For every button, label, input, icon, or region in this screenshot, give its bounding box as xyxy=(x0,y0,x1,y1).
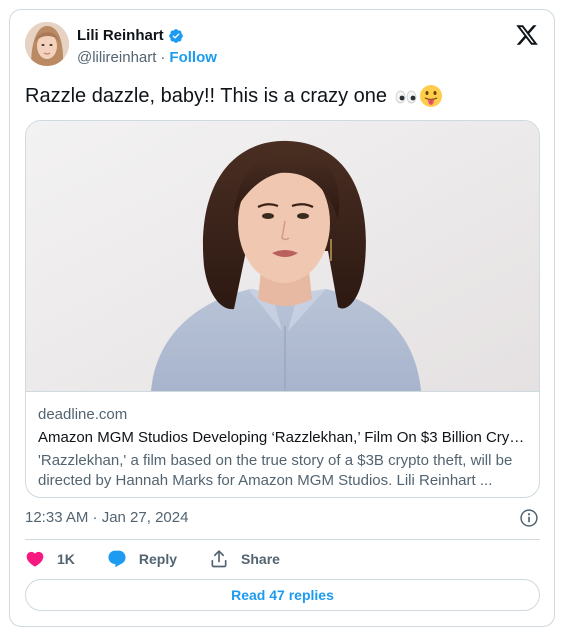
link-preview-image xyxy=(26,121,539,392)
action-bar: 1K Reply Share xyxy=(25,548,312,570)
share-arrow-icon xyxy=(211,550,227,568)
avatar-photo xyxy=(25,22,69,66)
portrait-photo xyxy=(26,121,539,391)
read-replies-label: Read 47 replies xyxy=(231,587,334,603)
tongue-face-emoji-icon xyxy=(420,85,443,107)
tweet-embed-card: Lili Reinhart @lilireinhart · Follow Raz… xyxy=(9,9,555,627)
author-handle-row: @lilireinhart · Follow xyxy=(77,49,217,66)
divider xyxy=(25,539,540,540)
author-avatar[interactable] xyxy=(25,22,69,66)
heart-icon xyxy=(26,551,44,567)
reply-button[interactable]: Reply xyxy=(107,549,177,569)
author-name[interactable]: Lili Reinhart xyxy=(77,27,164,44)
read-replies-button[interactable]: Read 47 replies xyxy=(25,579,540,611)
reply-label: Reply xyxy=(138,551,178,567)
link-preview-card[interactable]: deadline.com Amazon MGM Studios Developi… xyxy=(25,120,540,498)
share-label: Share xyxy=(241,551,280,567)
link-description: 'Razzlekhan,' a film based on the true s… xyxy=(38,452,513,489)
speech-bubble-icon xyxy=(108,550,126,568)
author-handle[interactable]: @lilireinhart xyxy=(77,49,156,66)
follow-button[interactable]: Follow xyxy=(169,49,217,66)
like-count: 1K xyxy=(57,551,75,567)
link-title: Amazon MGM Studios Developing ‘Razzlekha… xyxy=(38,429,528,446)
like-button[interactable]: 1K xyxy=(25,549,75,569)
tweet-text: Razzle dazzle, baby!! This is a crazy on… xyxy=(25,84,388,107)
author-name-row: Lili Reinhart xyxy=(77,27,184,44)
share-button[interactable]: Share xyxy=(209,549,280,569)
x-logo-icon[interactable] xyxy=(515,23,539,47)
verified-badge-icon xyxy=(168,28,183,43)
separator-dot: · xyxy=(160,49,166,66)
link-domain: deadline.com xyxy=(38,406,128,423)
tweet-timestamp[interactable]: 12:33 AM · Jan 27, 2024 xyxy=(25,509,188,526)
tweet-text-row: Razzle dazzle, baby!! This is a crazy on… xyxy=(25,84,443,108)
info-icon[interactable] xyxy=(519,508,539,528)
eyes-emoji-icon xyxy=(395,90,417,104)
